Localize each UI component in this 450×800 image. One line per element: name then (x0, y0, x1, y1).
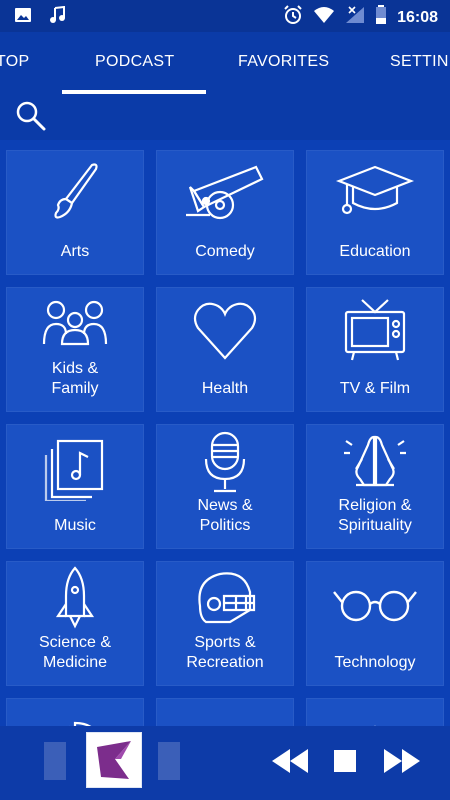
tab-bar: TOP PODCAST FAVORITES SETTIN (0, 32, 450, 94)
microphone-icon (157, 429, 293, 495)
category-tile-kids-family[interactable]: Kids & Family (6, 287, 144, 412)
wifi-icon (313, 6, 335, 29)
rewind-icon[interactable] (270, 746, 310, 781)
search-icon[interactable] (15, 100, 47, 137)
category-tile-partial[interactable] (306, 698, 444, 726)
category-tile-news-politics[interactable]: News & Politics (156, 424, 294, 549)
category-label: Sports & Recreation (186, 634, 264, 671)
tab-favorites[interactable]: FAVORITES (238, 53, 329, 71)
tab-settings[interactable]: SETTIN (390, 53, 449, 71)
category-tile-technology[interactable]: Technology (306, 561, 444, 686)
category-tile-arts[interactable]: Arts (6, 150, 144, 275)
previous-station-thumbnail[interactable] (44, 742, 66, 780)
status-bar: 16:08 (0, 0, 450, 32)
tab-top[interactable]: TOP (0, 53, 30, 71)
signal-icon (345, 6, 365, 29)
category-tile-partial[interactable] (156, 698, 294, 726)
next-station-thumbnail[interactable] (158, 742, 180, 780)
category-label: Education (339, 243, 411, 260)
status-time: 16:08 (397, 8, 438, 26)
category-tile-music[interactable]: Music (6, 424, 144, 549)
category-label: Arts (60, 243, 90, 260)
category-tile-religion-spirituality[interactable]: Religion & Spirituality (306, 424, 444, 549)
rocket-icon (7, 566, 143, 632)
cannon-icon (157, 161, 293, 227)
category-tile-tv-film[interactable]: TV & Film (306, 287, 444, 412)
category-label: Comedy (195, 243, 255, 260)
music-note-icon (48, 5, 66, 29)
paintbrush-icon (7, 161, 143, 227)
player-bar (0, 726, 450, 800)
category-label: Music (54, 517, 96, 534)
category-tile-sports-recreation[interactable]: Sports & Recreation (156, 561, 294, 686)
tv-icon (307, 298, 443, 364)
family-icon (7, 294, 143, 350)
graduation-cap-icon (307, 161, 443, 227)
category-tile-education[interactable]: Education (306, 150, 444, 275)
category-label: News & Politics (197, 497, 253, 534)
category-label: Kids & Family (51, 360, 99, 397)
category-tile-health[interactable]: Health (156, 287, 294, 412)
glasses-icon (307, 572, 443, 638)
category-label: Technology (334, 654, 416, 671)
category-label: Health (201, 380, 249, 397)
pie-chart-icon (7, 709, 143, 726)
cloud-icon (157, 709, 293, 726)
battery-icon (375, 5, 387, 30)
category-tile-partial[interactable] (6, 698, 144, 726)
category-label: TV & Film (339, 380, 411, 397)
category-label: Religion & Spirituality (338, 497, 412, 534)
praying-hands-icon (307, 429, 443, 495)
category-tile-science-medicine[interactable]: Science & Medicine (6, 561, 144, 686)
category-grid: Arts Comedy Education Kids & Family Heal… (0, 140, 450, 726)
stop-icon[interactable] (334, 750, 356, 777)
current-station-logo[interactable] (86, 732, 142, 788)
heart-icon (157, 298, 293, 364)
image-icon (14, 6, 32, 29)
tab-podcast[interactable]: PODCAST (95, 53, 174, 71)
category-tile-comedy[interactable]: Comedy (156, 150, 294, 275)
alarm-icon (283, 5, 303, 30)
diamond-icon (307, 709, 443, 726)
music-album-icon (7, 435, 143, 501)
search-row (0, 94, 450, 140)
football-helmet-icon (157, 566, 293, 632)
fast-forward-icon[interactable] (382, 746, 422, 781)
category-label: Science & Medicine (38, 634, 112, 671)
